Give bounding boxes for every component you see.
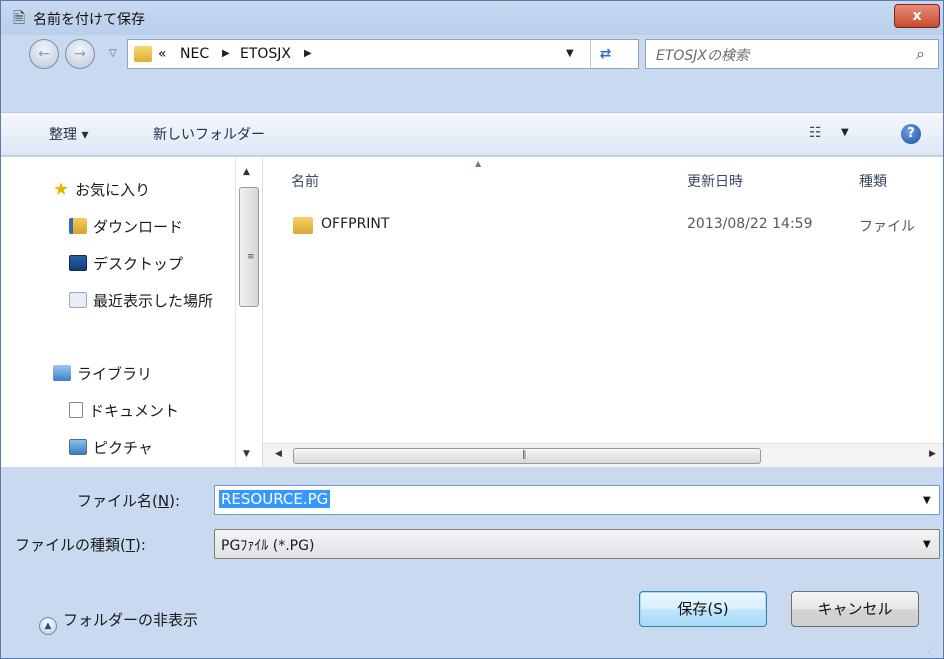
download-icon (69, 218, 87, 234)
nav-item-recent[interactable]: 最近表示した場所 (69, 290, 213, 311)
new-folder-button[interactable]: 新しいフォルダー (153, 124, 265, 144)
scroll-thumb[interactable]: ‖ (293, 448, 761, 464)
hide-folders-toggle[interactable]: ▲ フォルダーの非表示 (39, 609, 198, 635)
grip-icon: ‖ (522, 450, 527, 460)
nav-libraries[interactable]: ライブラリ (53, 363, 152, 384)
file-horizontal-scrollbar[interactable]: ◀ ‖ ▶ (263, 443, 943, 467)
nav-item-documents[interactable]: ドキュメント (69, 400, 179, 421)
nav-libraries-label: ライブラリ (77, 365, 153, 383)
library-icon (53, 365, 71, 381)
column-header-date[interactable]: 更新日時 (687, 171, 743, 191)
content-area: ★ お気に入り ダウンロード デスクトップ 最近表示した場所 ライブラリ ドキュメ… (1, 157, 943, 467)
recent-locations-dropdown[interactable]: ▽ (109, 48, 117, 59)
nav-vertical-scrollbar[interactable]: ▲ ≡ ▼ (235, 157, 261, 467)
nav-item-label: ダウンロード (93, 218, 184, 236)
nav-favorites-label: お気に入り (75, 181, 151, 199)
address-bar[interactable]: « NEC ▶ ETOSJX ▶ ▼ ⇄ (127, 39, 639, 69)
close-button[interactable]: x (894, 4, 940, 28)
breadcrumb-nec[interactable]: NEC (180, 46, 209, 62)
table-row[interactable]: OFFPRINT 2013/08/22 14:59 ファイル (293, 215, 943, 237)
title-bar: 🗎 名前を付けて保存 x (1, 1, 943, 35)
view-icon[interactable]: ☷ (809, 125, 822, 141)
nav-item-label: ドキュメント (89, 402, 180, 420)
forward-icon[interactable]: → (65, 39, 95, 69)
save-button[interactable]: 保存(S) (639, 591, 767, 627)
address-dropdown[interactable]: ▼ (566, 48, 574, 59)
folder-icon (134, 46, 152, 62)
chevron-down-icon[interactable]: ▼ (923, 539, 931, 550)
file-date: 2013/08/22 14:59 (687, 216, 813, 232)
filename-field[interactable]: RESOURCE.PG ▼ (214, 485, 940, 515)
filename-label: ファイル名(N): (77, 492, 180, 510)
nav-item-label: ピクチャ (93, 439, 153, 457)
folder-icon (293, 217, 313, 234)
toolbar: 整理 ▾ 新しいフォルダー ☷ ▼ ? (1, 112, 943, 156)
chevron-up-icon: ▲ (39, 617, 57, 635)
refresh-icon[interactable]: ⇄ (590, 40, 620, 68)
scroll-up-icon[interactable]: ▲ (243, 167, 250, 177)
chevron-up-icon: ▲ (475, 159, 482, 168)
breadcrumb-arrow[interactable]: ▶ (304, 48, 312, 59)
help-icon[interactable]: ? (901, 124, 921, 144)
nav-favorites[interactable]: ★ お気に入り (53, 179, 150, 200)
address-row: ← → ▽ « NEC ▶ ETOSJX ▶ ▼ ⇄ ETOSJXの検索 ⌕ (1, 35, 943, 75)
scroll-thumb[interactable]: ≡ (239, 187, 259, 307)
desktop-icon (69, 255, 87, 271)
navigation-pane: ★ お気に入り ダウンロード デスクトップ 最近表示した場所 ライブラリ ドキュメ… (1, 157, 263, 467)
breadcrumb-overflow[interactable]: « (158, 46, 167, 62)
scroll-right-icon[interactable]: ▶ (929, 449, 936, 459)
breadcrumb-etosjx[interactable]: ETOSJX (240, 46, 291, 62)
filetype-label: ファイルの種類(T): (15, 536, 146, 554)
view-dropdown[interactable]: ▼ (841, 127, 849, 138)
scroll-left-icon[interactable]: ◀ (275, 449, 282, 459)
save-dialog: 🗎 名前を付けて保存 x ← → ▽ « NEC ▶ ETOSJX ▶ ▼ ⇄ … (0, 0, 944, 659)
window-icon: 🗎 (13, 9, 26, 27)
scroll-down-icon[interactable]: ▼ (243, 449, 250, 459)
cancel-button[interactable]: キャンセル (791, 591, 919, 627)
star-icon: ★ (53, 179, 70, 200)
nav-item-downloads[interactable]: ダウンロード (69, 216, 183, 237)
nav-item-pictures[interactable]: ピクチャ (69, 437, 153, 458)
filetype-select[interactable]: PGﾌｧｲﾙ (*.PG) ▼ (214, 529, 940, 559)
document-icon (69, 402, 83, 418)
search-box[interactable]: ETOSJXの検索 ⌕ (645, 39, 939, 69)
file-name: OFFPRINT (321, 216, 390, 232)
hide-folders-label: フォルダーの非表示 (63, 611, 199, 629)
picture-icon (69, 439, 87, 455)
save-form: ファイル名(N): RESOURCE.PG ▼ ファイルの種類(T): PGﾌｧ… (1, 467, 943, 658)
grip-icon: ≡ (247, 252, 255, 262)
nav-item-label: 最近表示した場所 (93, 292, 214, 310)
nav-item-label: デスクトップ (93, 255, 184, 273)
window-title: 名前を付けて保存 (33, 12, 145, 28)
filetype-value: PGﾌｧｲﾙ (*.PG) (221, 538, 315, 554)
file-list: 名前 ▲ 更新日時 種類 OFFPRINT 2013/08/22 14:59 フ… (263, 157, 943, 467)
organize-button[interactable]: 整理 ▾ (49, 124, 88, 144)
nav-item-desktop[interactable]: デスクトップ (69, 253, 183, 274)
file-type: ファイル (859, 219, 915, 235)
column-header-name[interactable]: 名前 (291, 171, 319, 191)
filename-input[interactable]: RESOURCE.PG (219, 490, 331, 508)
resize-grip-icon[interactable]: ⋰ (927, 645, 935, 654)
column-header-type[interactable]: 種類 (859, 171, 887, 191)
chevron-down-icon[interactable]: ▼ (923, 495, 931, 506)
recent-icon (69, 292, 87, 308)
search-input[interactable]: ETOSJXの検索 (656, 45, 749, 65)
search-icon[interactable]: ⌕ (916, 44, 925, 64)
back-icon[interactable]: ← (29, 39, 59, 69)
breadcrumb-arrow[interactable]: ▶ (222, 48, 230, 59)
